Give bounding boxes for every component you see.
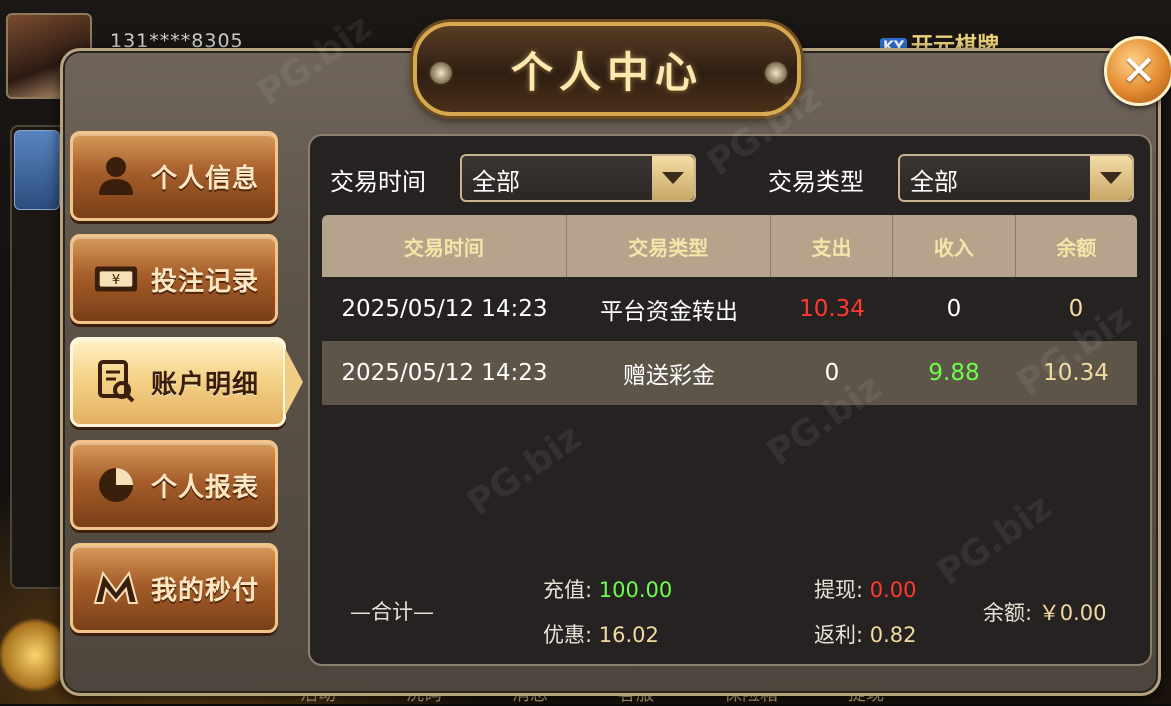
m-logo-icon (93, 565, 139, 611)
table-row: 2025/05/12 14:23 赠送彩金 0 9.88 10.34 (322, 341, 1137, 405)
menu-label: 我的秒付 (151, 575, 260, 606)
column-header: 交易类型 (567, 215, 771, 277)
pie-chart-icon (93, 462, 139, 508)
table-header: 交易时间 交易类型 支出 收入 余额 (322, 215, 1137, 277)
summary-title: —合计— (350, 600, 434, 624)
cell-type: 平台资金转出 (600, 299, 738, 325)
menu-label: 个人信息 (151, 163, 260, 194)
cell-type: 赠送彩金 (623, 363, 715, 389)
menu-label: 账户明细 (151, 369, 260, 400)
rebate-value: 0.82 (869, 623, 917, 647)
user-icon (93, 153, 139, 199)
withdraw-label: 提现: (814, 578, 870, 602)
banknote-icon: ¥ (93, 256, 139, 302)
type-filter-value: 全部 (910, 168, 958, 196)
chevron-down-icon[interactable] (652, 156, 694, 200)
recharge-value: 100.00 (598, 578, 673, 602)
recharge-label: 充值: (543, 578, 599, 602)
modal-title: 个人中心 (510, 47, 703, 97)
menu-bet-records[interactable]: ¥ 投注记录 (70, 234, 278, 324)
discount-label: 优惠: (543, 623, 599, 647)
cell-income: 0 (946, 296, 962, 322)
document-search-icon (93, 359, 139, 405)
lamp-icon (428, 60, 454, 86)
cell-income: 9.88 (928, 360, 980, 386)
menu-personal-report[interactable]: 个人报表 (70, 440, 278, 530)
discount-value: 16.02 (598, 623, 659, 647)
column-header: 收入 (893, 215, 1016, 277)
cell-balance: 0 (1068, 296, 1084, 322)
time-filter-select[interactable]: 全部 (460, 154, 696, 202)
withdraw-summary: 提现: 0.00 (814, 574, 917, 604)
column-header: 交易时间 (322, 215, 567, 277)
menu-label: 个人报表 (151, 472, 260, 503)
balance-label: 余额: (983, 601, 1039, 625)
cell-balance: 10.34 (1043, 360, 1109, 386)
cell-expense: 10.34 (799, 296, 865, 322)
transactions-table: 交易时间 交易类型 支出 收入 余额 2025/05/12 14:23 平台资金… (322, 215, 1137, 405)
column-header: 支出 (771, 215, 894, 277)
rebate-label: 返利: (814, 623, 870, 647)
menu-account-details[interactable]: 账户明细 (70, 337, 303, 427)
column-header: 余额 (1056, 235, 1097, 260)
time-filter-value: 全部 (472, 168, 520, 196)
menu-my-instant-pay[interactable]: 我的秒付 (70, 543, 278, 633)
discount-summary: 优惠: 16.02 (543, 619, 659, 649)
rebate-summary: 返利: 0.82 (814, 619, 917, 649)
close-button[interactable]: ✕ (1104, 36, 1171, 106)
table-row: 2025/05/12 14:23 平台资金转出 10.34 0 0 (322, 277, 1137, 341)
cell-time: 2025/05/12 14:23 (341, 360, 548, 386)
svg-text:¥: ¥ (112, 273, 121, 288)
title-plate: 个人中心 (413, 22, 801, 116)
hot-game-icon[interactable] (14, 130, 60, 210)
type-filter-select[interactable]: 全部 (898, 154, 1134, 202)
time-filter-label: 交易时间 (330, 168, 426, 196)
cell-time: 2025/05/12 14:23 (341, 296, 548, 322)
withdraw-value: 0.00 (869, 578, 917, 602)
cell-expense: 0 (824, 360, 840, 386)
close-icon: ✕ (1121, 46, 1157, 95)
menu-personal-info[interactable]: 个人信息 (70, 131, 278, 221)
menu-label: 投注记录 (151, 266, 260, 297)
chevron-down-icon[interactable] (1090, 156, 1132, 200)
recharge-summary: 充值: 100.00 (543, 574, 672, 604)
type-filter-label: 交易类型 (768, 168, 864, 196)
balance-summary: 余额: ￥0.00 (983, 597, 1107, 627)
balance-value: ￥0.00 (1038, 601, 1107, 625)
lamp-icon (763, 60, 789, 86)
